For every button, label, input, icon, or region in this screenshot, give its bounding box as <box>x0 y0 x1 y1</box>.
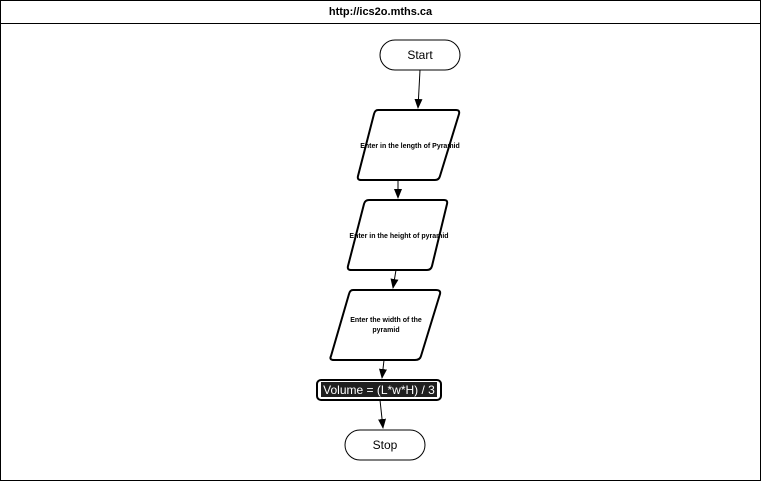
input-length-node: Enter in the length of Pyramid <box>356 109 461 181</box>
start-label: Start <box>407 48 433 62</box>
stop-node: Stop <box>344 429 426 461</box>
connector-width-to-volume <box>379 359 387 379</box>
flowchart-canvas: Start Enter in the length of Pyramid Ent… <box>316 39 461 461</box>
connector-start-to-length <box>414 69 423 109</box>
process-volume-node: Volume = (L*w*H) / 3 <box>316 379 442 401</box>
start-node: Start <box>379 39 461 71</box>
input-width-label-line2: pyramid <box>372 327 399 334</box>
input-width-node: Enter the width of the pyramid <box>329 289 442 361</box>
input-width-label-line1: Enter the width of the <box>350 317 422 324</box>
input-height-node: Enter in the height of pyramid <box>346 199 449 271</box>
connector-height-to-width <box>390 269 399 289</box>
connector-volume-to-stop <box>378 399 387 429</box>
input-length-label: Enter in the length of Pyramid <box>360 143 460 150</box>
stop-label: Stop <box>373 438 398 452</box>
process-volume-label: Volume = (L*w*H) / 3 <box>323 383 435 397</box>
input-height-label: Enter in the height of pyramid <box>349 233 448 240</box>
